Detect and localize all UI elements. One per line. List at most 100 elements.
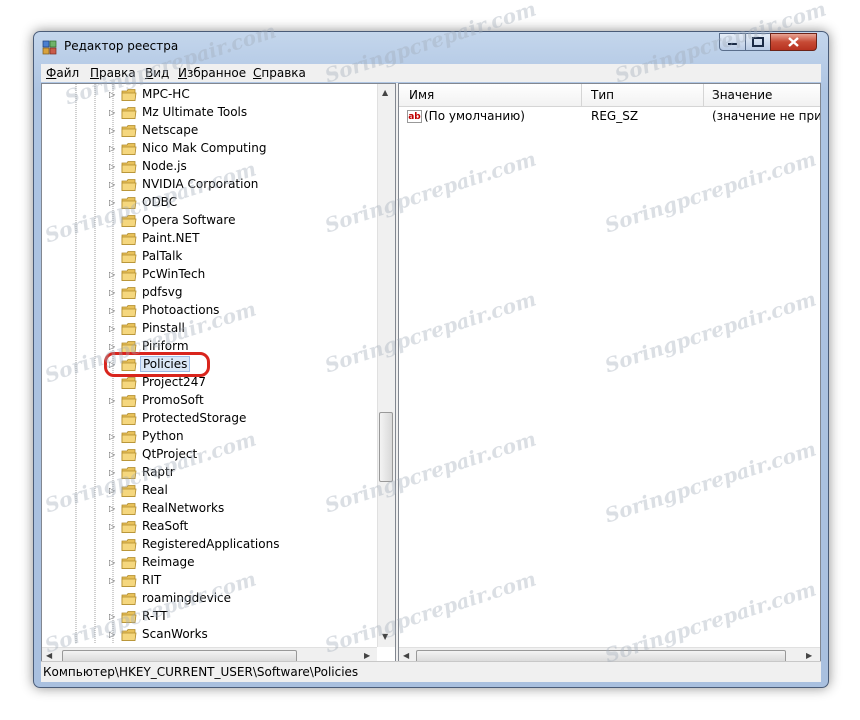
scroll-right-icon[interactable]: ▶ [806, 651, 812, 660]
expand-arrow-icon[interactable]: ▷ [109, 558, 115, 567]
folder-icon [121, 251, 137, 263]
expand-arrow-icon[interactable]: ▷ [109, 504, 115, 513]
scroll-down-icon[interactable]: ▼ [382, 632, 388, 641]
tree-item[interactable]: ▷ RIT [42, 572, 377, 590]
tree-item[interactable]: ▷ Policies [42, 356, 377, 374]
tree-item[interactable]: ▷ RealNetworks [42, 500, 377, 518]
expand-arrow-icon[interactable]: ▷ [109, 270, 115, 279]
folder-icon [121, 611, 137, 623]
column-header-type[interactable]: Тип [591, 88, 614, 102]
tree-item[interactable]: ▷ Piriform [42, 338, 377, 356]
title-bar[interactable]: Редактор реестра [34, 32, 828, 62]
menu-help[interactable]: Справка [253, 66, 306, 80]
tree-item[interactable]: ▷ Python [42, 428, 377, 446]
tree-item[interactable]: ▷ Mz Ultimate Tools [42, 104, 377, 122]
registry-editor-window: Редактор реестра Файл Правка Вид Избранн… [33, 31, 829, 688]
registry-editor-icon [42, 40, 57, 55]
expand-arrow-icon[interactable]: ▷ [109, 522, 115, 531]
tree-item[interactable]: ProtectedStorage [42, 410, 377, 428]
values-list-header: Имя Тип Значение [399, 84, 820, 107]
scroll-left-icon[interactable]: ◀ [46, 651, 52, 660]
tree-item[interactable]: ▷ Real [42, 482, 377, 500]
tree-item[interactable]: Project247 [42, 374, 377, 392]
tree-item[interactable]: Opera Software [42, 212, 377, 230]
close-button[interactable] [770, 33, 817, 51]
tree-item[interactable]: ▷ Node.js [42, 158, 377, 176]
values-list-pane[interactable]: Имя Тип Значение ab (По умолчанию) REG_S… [398, 83, 821, 666]
tree-item[interactable]: RegisteredApplications [42, 536, 377, 554]
tree-item[interactable]: ▷ Nico Mak Computing [42, 140, 377, 158]
tree-item[interactable]: ▷ R-TT [42, 608, 377, 626]
folder-icon [121, 143, 137, 155]
status-bar: Компьютер\HKEY_CURRENT_USER\Software\Pol… [41, 661, 821, 682]
maximize-button[interactable] [745, 33, 771, 51]
expand-arrow-icon[interactable]: ▷ [109, 396, 115, 405]
tree-item-label: Project247 [142, 375, 206, 389]
expand-arrow-icon[interactable]: ▷ [109, 306, 115, 315]
expand-arrow-icon[interactable]: ▷ [109, 108, 115, 117]
tree-item[interactable]: ▷ Pinstall [42, 320, 377, 338]
folder-icon [121, 269, 137, 281]
expand-arrow-icon[interactable]: ▷ [109, 288, 115, 297]
tree-item[interactable]: PalTalk [42, 248, 377, 266]
tree-item[interactable]: ▷ PcWinTech [42, 266, 377, 284]
tree-item-label: R-TT [142, 609, 168, 623]
tree-item[interactable]: ▷ PromoSoft [42, 392, 377, 410]
tree-item-label: ScanWorks [142, 627, 208, 641]
expand-arrow-icon[interactable]: ▷ [109, 630, 115, 639]
folder-icon [121, 107, 137, 119]
menu-file[interactable]: Файл [46, 66, 79, 80]
value-row[interactable]: ab (По умолчанию) REG_SZ (значение не пр… [399, 108, 820, 126]
expand-arrow-icon[interactable]: ▷ [109, 486, 115, 495]
tree-vertical-scrollbar[interactable]: ▲ ▼ [377, 84, 395, 647]
expand-arrow-icon[interactable]: ▷ [109, 576, 115, 585]
column-header-name[interactable]: Имя [409, 88, 434, 102]
expand-arrow-icon[interactable]: ▷ [109, 324, 115, 333]
expand-arrow-icon[interactable]: ▷ [109, 360, 115, 369]
key-tree-pane[interactable]: ▷ MPC-HC ▷ Mz Ultimate Tools ▷ Netscape ▷ Nico … [41, 83, 396, 666]
expand-arrow-icon[interactable]: ▷ [109, 162, 115, 171]
menu-favorites[interactable]: Избранное [178, 66, 246, 80]
tree-item[interactable]: ▷ Netscape [42, 122, 377, 140]
scroll-right-icon[interactable]: ▶ [364, 651, 370, 660]
tree-item[interactable]: ▷ Reimage [42, 554, 377, 572]
folder-icon [121, 413, 137, 425]
tree-item[interactable]: ▷ ScanWorks [42, 626, 377, 644]
expand-arrow-icon[interactable]: ▷ [109, 144, 115, 153]
scroll-left-icon[interactable]: ◀ [403, 651, 409, 660]
minimize-button[interactable] [719, 33, 746, 51]
column-divider[interactable] [581, 84, 582, 106]
expand-arrow-icon[interactable]: ▷ [109, 90, 115, 99]
expand-arrow-icon[interactable]: ▷ [109, 126, 115, 135]
tree-item-label: Real [142, 483, 168, 497]
expand-arrow-icon[interactable]: ▷ [109, 450, 115, 459]
folder-icon [121, 341, 137, 353]
folder-icon [121, 485, 137, 497]
expand-arrow-icon[interactable]: ▷ [109, 180, 115, 189]
expand-arrow-icon[interactable]: ▷ [109, 198, 115, 207]
tree-item-label: Python [142, 429, 184, 443]
folder-icon [121, 431, 137, 443]
folder-icon [121, 575, 137, 587]
tree-item[interactable]: ▷ MPC-HC [42, 86, 377, 104]
tree-item[interactable]: ▷ NVIDIA Corporation [42, 176, 377, 194]
expand-arrow-icon[interactable]: ▷ [109, 342, 115, 351]
menu-edit[interactable]: Правка [90, 66, 136, 80]
menu-view[interactable]: Вид [145, 66, 169, 80]
column-header-value[interactable]: Значение [712, 88, 772, 102]
expand-arrow-icon[interactable]: ▷ [109, 612, 115, 621]
tree-item[interactable]: Paint.NET [42, 230, 377, 248]
tree-item[interactable]: ▷ Raptr [42, 464, 377, 482]
expand-arrow-icon[interactable]: ▷ [109, 468, 115, 477]
tree-item[interactable]: roamingdevice [42, 590, 377, 608]
tree-item-label: ProtectedStorage [142, 411, 247, 425]
expand-arrow-icon[interactable]: ▷ [109, 432, 115, 441]
column-divider[interactable] [703, 84, 704, 106]
tree-item[interactable]: ▷ Photoactions [42, 302, 377, 320]
tree-item[interactable]: ▷ ODBC [42, 194, 377, 212]
tree-item[interactable]: ▷ ReaSoft [42, 518, 377, 536]
tree-item[interactable]: ▷ pdfsvg [42, 284, 377, 302]
scroll-up-icon[interactable]: ▲ [382, 88, 388, 97]
tree-item[interactable]: ▷ QtProject [42, 446, 377, 464]
tree-vertical-scroll-thumb[interactable] [379, 412, 393, 482]
